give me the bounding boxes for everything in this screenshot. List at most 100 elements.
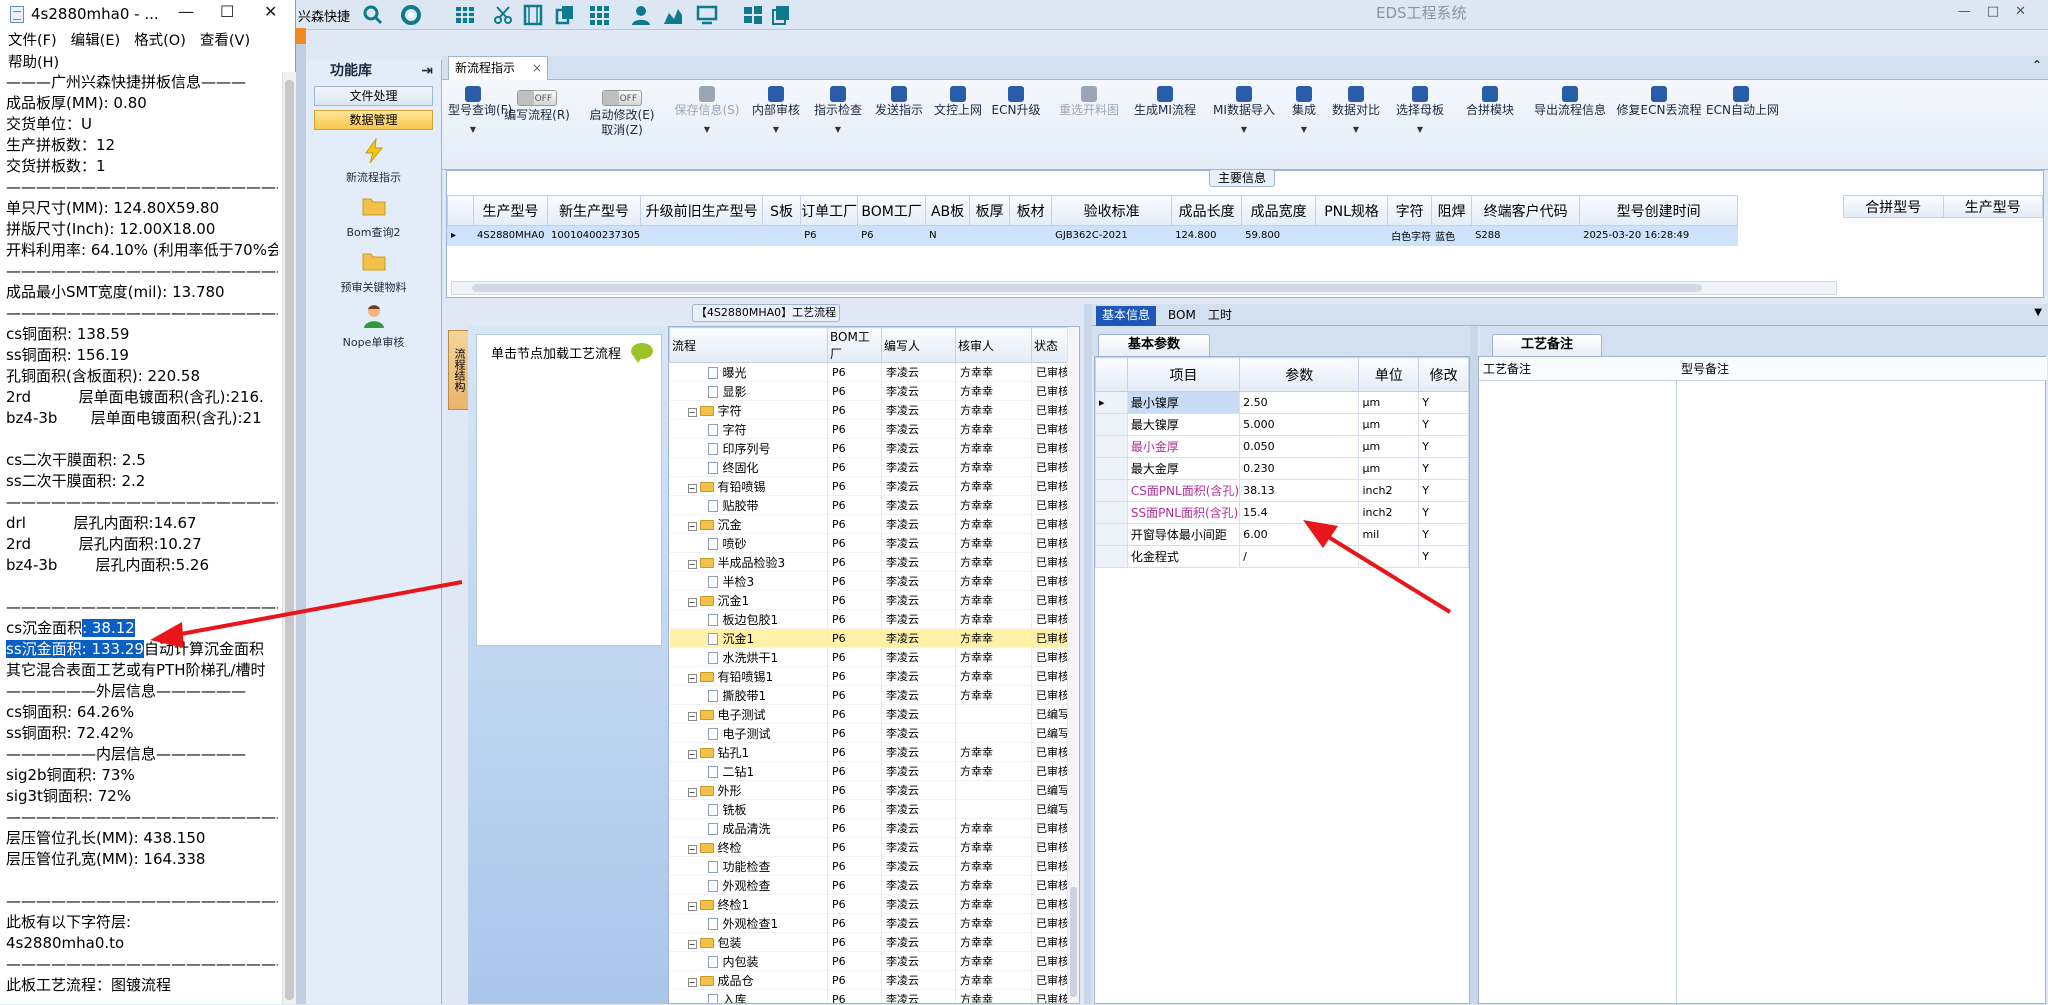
eds-window-controls[interactable]: —□✕ — [1958, 4, 2042, 19]
process-col-header[interactable]: 编写人 — [881, 327, 956, 363]
process-name-cell[interactable]: 曝光 — [669, 362, 828, 382]
param-item-cell[interactable]: 最小金厚 — [1126, 435, 1241, 458]
process-name-cell[interactable]: 板边包胶1 — [669, 609, 828, 629]
ribbon-button-8[interactable]: ECN升级 — [990, 84, 1042, 118]
process-notes-column[interactable]: 工艺备注 — [1479, 357, 1677, 1005]
process-row[interactable]: − 成品仓 P6 李凌云 方幸幸 已审核 — [669, 970, 1070, 990]
param-item-cell[interactable]: 最大金厚 — [1126, 457, 1241, 480]
process-row[interactable]: 终固化 P6 李凌云 方幸幸 已审核 — [669, 457, 1070, 477]
param-value-cell[interactable]: 0.050 — [1239, 435, 1360, 458]
lifebuoy-icon[interactable] — [400, 4, 422, 26]
merge-grid-col-header[interactable]: 合拼型号 — [1843, 195, 1944, 218]
param-item-cell[interactable]: 最小镍厚 — [1126, 391, 1241, 414]
param-row[interactable]: SS面PNL面积(含孔) 15.4 inch2 Y — [1095, 501, 1469, 524]
param-item-cell[interactable]: CS面PNL面积(含孔) — [1126, 479, 1241, 502]
process-row[interactable]: 电子测试 P6 李凌云 已编写 — [669, 723, 1070, 743]
dropdown-arrow-icon[interactable]: ▼ — [810, 122, 866, 137]
area-chart-icon[interactable] — [662, 4, 684, 26]
main-info-col-header[interactable]: 升级前旧生产型号 — [640, 195, 764, 226]
main-info-cell[interactable] — [762, 225, 802, 246]
main-info-col-header[interactable]: 验收标准 — [1051, 195, 1173, 226]
main-info-cell[interactable]: 白色字符 — [1387, 225, 1433, 246]
expand-toggle-icon[interactable]: − — [687, 749, 697, 759]
main-info-cell[interactable]: N — [925, 225, 971, 246]
process-name-cell[interactable]: 内包装 — [669, 951, 828, 971]
expand-toggle-icon[interactable]: − — [687, 673, 697, 683]
process-name-cell[interactable]: 显影 — [669, 381, 828, 401]
param-value-cell[interactable]: / — [1239, 545, 1360, 568]
ribbon-button-2[interactable]: OFF 启动修改(E) 取消(Z) — [580, 84, 664, 138]
ribbon-button-0[interactable]: 型号查询(F) ▼ — [448, 84, 512, 137]
expand-toggle-icon[interactable]: − — [687, 559, 697, 569]
notepad-scrollbar[interactable] — [282, 72, 296, 1004]
process-name-cell[interactable]: 二钻1 — [669, 761, 828, 781]
params-col-header[interactable]: 单位 — [1358, 357, 1420, 392]
toggle-switch[interactable]: OFF — [602, 90, 642, 106]
main-info-cell[interactable]: 59.800 — [1241, 225, 1317, 246]
copy-icon[interactable] — [554, 4, 576, 26]
tab-basic-params[interactable]: 基本参数 — [1098, 334, 1210, 356]
ribbon-button-11[interactable]: MI数据导入 ▼ — [1208, 84, 1280, 137]
process-name-cell[interactable]: 贴胶带 — [669, 495, 828, 515]
main-info-col-header[interactable]: 生产型号 — [473, 195, 548, 226]
ribbon-button-9[interactable]: 重选开料图 — [1054, 84, 1124, 118]
ribbon-button-12[interactable]: 集成 ▼ — [1286, 84, 1322, 137]
nav-file-processing[interactable]: 文件处理 — [314, 86, 433, 106]
param-row[interactable]: 最大金厚 0.230 μm Y — [1095, 457, 1469, 480]
menu-format[interactable]: 格式(O) — [134, 33, 186, 49]
scrollbar-thumb[interactable] — [1070, 887, 1077, 997]
param-value-cell[interactable]: 0.230 — [1239, 457, 1360, 480]
monitor-icon[interactable] — [696, 4, 718, 26]
param-row[interactable]: CS面PNL面积(含孔) 38.13 inch2 Y — [1095, 479, 1469, 502]
process-row[interactable]: − 钻孔1 P6 李凌云 方幸幸 已审核 — [669, 742, 1070, 762]
param-row[interactable]: ▸ 最小镍厚 2.50 μm Y — [1095, 391, 1469, 414]
process-row[interactable]: − 有铅喷锡 P6 李凌云 方幸幸 已审核 — [669, 476, 1070, 496]
menu-edit[interactable]: 编辑(E) — [71, 33, 120, 49]
process-name-cell[interactable]: 半检3 — [669, 571, 828, 591]
expand-toggle-icon[interactable]: − — [687, 597, 697, 607]
param-row[interactable]: 化金程式 / Y — [1095, 545, 1469, 568]
process-row[interactable]: 字符 P6 李凌云 方幸幸 已审核 — [669, 419, 1070, 439]
process-name-cell[interactable]: 水洗烘干1 — [669, 647, 828, 667]
main-info-cell[interactable]: 10010400237305 — [546, 225, 642, 246]
dropdown-arrow-icon[interactable]: ▼ — [2034, 307, 2042, 318]
ribbon-button-15[interactable]: 合拼模块 — [1460, 84, 1520, 118]
main-info-cell[interactable] — [1315, 225, 1389, 246]
process-row[interactable]: 显影 P6 李凌云 方幸幸 已审核 — [669, 381, 1070, 401]
process-name-cell[interactable]: − 电子测试 — [669, 704, 828, 724]
param-row[interactable]: 开窗导体最小间距 6.00 mil Y — [1095, 523, 1469, 546]
process-name-cell[interactable]: − 有铅喷锡1 — [669, 666, 828, 686]
dropdown-arrow-icon[interactable]: ▼ — [748, 122, 804, 137]
nav-data-management[interactable]: 数据管理 — [314, 110, 433, 130]
process-row[interactable]: 板边包胶1 P6 李凌云 方幸幸 已审核 — [669, 609, 1070, 629]
process-col-header[interactable]: BOM工厂 — [827, 327, 882, 363]
process-row[interactable]: 曝光 P6 李凌云 方幸幸 已审核 — [669, 362, 1070, 382]
process-col-header[interactable]: 核审人 — [955, 327, 1032, 363]
param-value-cell[interactable]: 5.000 — [1239, 413, 1360, 436]
param-value-cell[interactable]: 6.00 — [1239, 523, 1360, 546]
main-info-cell[interactable]: 蓝色 — [1431, 225, 1473, 246]
expand-toggle-icon[interactable]: − — [687, 483, 697, 493]
expand-toggle-icon[interactable]: − — [687, 901, 697, 911]
param-item-cell[interactable]: SS面PNL面积(含孔) — [1126, 501, 1241, 524]
dropdown-arrow-icon[interactable]: ▼ — [1286, 122, 1322, 137]
menu-file[interactable]: 文件(F) — [8, 33, 57, 49]
pin-icon[interactable]: ⇥ — [421, 60, 433, 82]
main-info-col-header[interactable]: 型号创建时间 — [1579, 195, 1739, 226]
dropdown-arrow-icon[interactable]: ▼ — [1208, 122, 1280, 137]
process-name-cell[interactable]: − 成品仓 — [669, 970, 828, 990]
grid-icon[interactable] — [588, 4, 610, 26]
process-row[interactable]: 印序列号 P6 李凌云 方幸幸 已审核 — [669, 438, 1070, 458]
dropdown-arrow-icon[interactable]: ▼ — [448, 122, 498, 137]
splitter[interactable] — [1470, 326, 1478, 1004]
tab-bom[interactable]: BOM — [1162, 306, 1202, 326]
scrollbar-thumb[interactable] — [285, 80, 294, 1000]
process-name-cell[interactable]: − 字符 — [669, 400, 828, 420]
main-info-col-header[interactable]: 订单工厂 — [800, 195, 859, 226]
ribbon-button-4[interactable]: 内部审核 ▼ — [748, 84, 804, 137]
dropdown-arrow-icon[interactable]: ▼ — [1390, 122, 1450, 137]
collapse-icon[interactable]: ⌃ — [2032, 58, 2042, 72]
process-name-cell[interactable]: 喷砂 — [669, 533, 828, 553]
main-info-col-header[interactable]: 板材 — [1009, 195, 1053, 226]
process-col-header[interactable]: 状态 — [1031, 327, 1070, 363]
